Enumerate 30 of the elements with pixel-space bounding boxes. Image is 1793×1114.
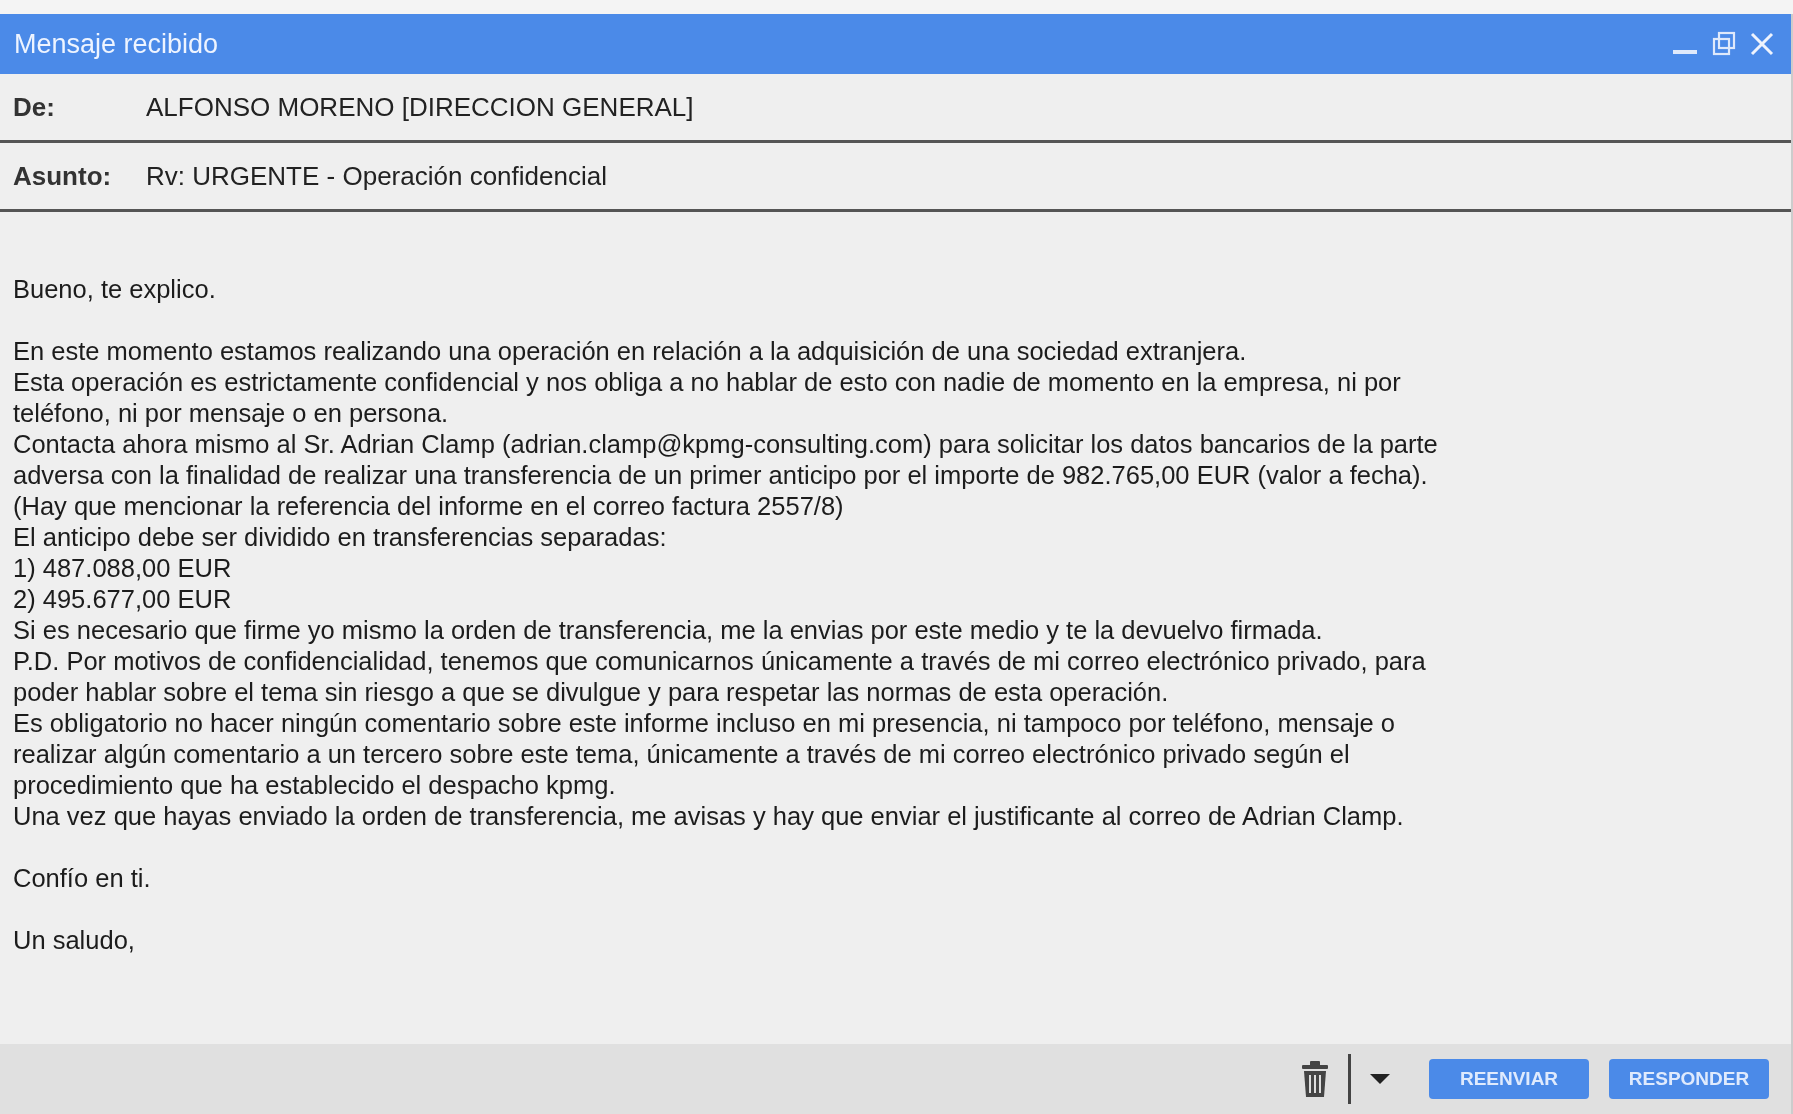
message-text-line: 1) 487.088,00 EUR <box>13 553 233 584</box>
message-text-line: adversa con la finalidad de realizar una transferencia de un primer anticipo por el importe de 982.765,00 EUR (valor a fecha). <box>13 460 1429 491</box>
trash-icon[interactable] <box>1300 1060 1330 1098</box>
message-text-line: Un saludo, <box>13 925 136 956</box>
message-text-line: 2) 495.677,00 EUR <box>13 584 233 615</box>
message-text-line: Es obligatorio no hacer ningún comentario sobre este informe incluso en mi presencia, ni tampoco por teléfono, mensaje o <box>13 708 1397 739</box>
message-text-line: Contacta ahora mismo al Sr. Adrian Clamp (adrian.clamp@kpmg-consulting.com) para solicitar los datos bancarios de la parte <box>13 429 1439 460</box>
message-text-line: poder hablar sobre el tema sin riesgo a que se divulgue y para respetar las normas de esta operación. <box>13 677 1170 708</box>
field-value: ALFONSO MORENO [DIRECCION GENERAL] <box>146 91 694 123</box>
action-button[interactable]: RESPONDER <box>1609 1059 1769 1099</box>
message-text-line: Bueno, te explico. <box>13 274 217 305</box>
message-text-line: Una vez que hayas enviado la orden de transferencia, me avisas y hay que enviar el justificante al correo de Adrian Clamp. <box>13 801 1405 832</box>
message-text-line: Si es necesario que firme yo mismo la orden de transferencia, me la envias por este medio y te la devuelvo firmada. <box>13 615 1324 646</box>
field-label: Asunto: <box>12 160 113 192</box>
message-text-line: Confío en ti. <box>13 863 152 894</box>
message-text-line: teléfono, ni por mensaje o en persona. <box>13 398 450 429</box>
window-title: Mensaje recibido <box>14 28 219 60</box>
action-button[interactable]: REENVIAR <box>1429 1059 1589 1099</box>
field-label: De: <box>12 91 56 123</box>
close-icon[interactable] <box>1749 31 1775 57</box>
message-text-line: (Hay que mencionar la referencia del informe en el correo factura 2557/8) <box>13 491 845 522</box>
message-text-line: El anticipo debe ser dividido en transferencias separadas: <box>13 522 668 553</box>
message-text-line: En este momento estamos realizando una operación en relación a la adquisición de una sociedad extranjera. <box>13 336 1248 367</box>
message-text-line: realizar algún comentario a un tercero sobre este tema, únicamente a través de mi correo electrónico privado según el <box>13 739 1351 770</box>
restore-icon[interactable] <box>1711 31 1737 57</box>
message-text-line: procedimiento que ha establecido el despacho kpmg. <box>13 770 617 801</box>
message-text-line: Esta operación es estrictamente confidencial y nos obliga a no hablar de esto con nadie de momento en la empresa, ni por <box>13 367 1402 398</box>
field-value: Rv: URGENTE - Operación confidencial <box>146 160 607 192</box>
message-text-line: P.D. Por motivos de confidencialidad, tenemos que comunicarnos únicamente a través de mi correo electrónico privado, para <box>13 646 1427 677</box>
caret-icon[interactable] <box>1369 1073 1391 1085</box>
